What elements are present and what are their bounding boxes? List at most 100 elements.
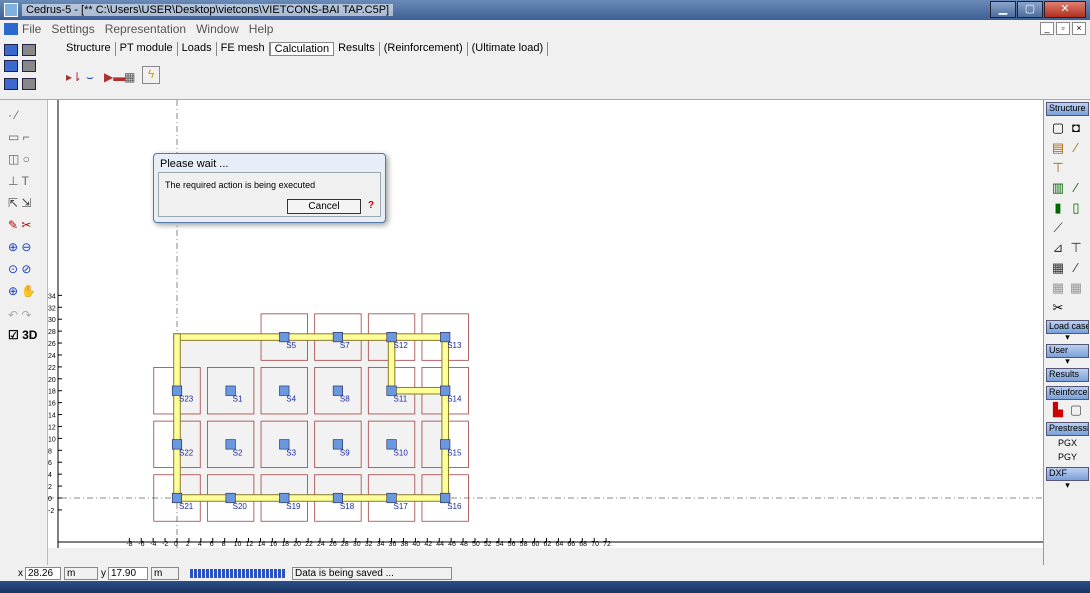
menu-settings[interactable]: Settings: [51, 22, 94, 36]
new-icon[interactable]: [4, 44, 18, 56]
chevron-down-icon[interactable]: ▾: [1046, 480, 1089, 491]
tab-structure[interactable]: Structure: [62, 42, 116, 56]
progress-segment: [278, 568, 281, 578]
print-preview-icon[interactable]: [22, 60, 36, 72]
support-icon[interactable]: ▥: [1050, 180, 1066, 196]
tab-calculation[interactable]: Calculation: [269, 42, 335, 56]
section-reinforcement[interactable]: Reinforcem: [1046, 386, 1089, 400]
pgy-button[interactable]: PGY: [1046, 452, 1089, 462]
beam-icon[interactable]: ▮: [1050, 200, 1066, 216]
grid-edit-icon[interactable]: ▦: [1068, 280, 1084, 296]
support-label: S19: [286, 502, 301, 511]
chevron-down-icon[interactable]: ▾: [1046, 356, 1089, 367]
progress-segment: [258, 568, 261, 578]
undo-redo-icon[interactable]: ↶ ↷: [8, 308, 31, 322]
chevron-down-icon[interactable]: ▾: [1046, 332, 1089, 343]
wall-icon[interactable]: ▤: [1050, 140, 1066, 156]
progress-segment: [282, 568, 285, 578]
progress-segment: [254, 568, 257, 578]
status-bar: x 28.26 m y 17.90 m Data is being saved …: [0, 565, 1090, 581]
edge-icon[interactable]: ⊿: [1050, 240, 1066, 256]
new-slab-icon[interactable]: ▢: [1050, 120, 1066, 136]
calc-mesh-icon[interactable]: ▦: [124, 70, 135, 84]
minimize-button[interactable]: ▁: [990, 1, 1016, 18]
y-tick-label: 34: [48, 293, 56, 300]
section-structure[interactable]: Structure: [1046, 102, 1089, 116]
x-tick-label: 64: [555, 541, 563, 548]
zoom-window-icon[interactable]: ⊙ ⊘: [8, 262, 31, 276]
y-tick-label: 26: [48, 341, 56, 348]
point-tool-icon[interactable]: · ⁄: [8, 108, 17, 122]
menu-window[interactable]: Window: [196, 22, 239, 36]
x-tick-label: 10: [234, 541, 242, 548]
progress-segment: [234, 568, 237, 578]
menu-file[interactable]: File: [22, 22, 41, 36]
save-as-icon[interactable]: [4, 78, 18, 90]
y-tick-label: 32: [48, 305, 56, 312]
x-tick-label: 48: [460, 541, 468, 548]
support-edit-icon[interactable]: ⁄: [1068, 180, 1084, 196]
column-icon[interactable]: ⊤: [1050, 160, 1066, 176]
y-tick-label: 12: [48, 424, 56, 431]
x-tick-label: 38: [400, 541, 408, 548]
calc-deflection-icon[interactable]: ▸⇂: [66, 70, 82, 84]
region-icon[interactable]: ▦: [1050, 260, 1066, 276]
calc-bending-icon[interactable]: ⌣: [86, 70, 94, 84]
section-results[interactable]: Results: [1046, 368, 1089, 382]
toggle-3d-button[interactable]: ☑ 3D: [8, 328, 37, 342]
edge-edit-icon[interactable]: ⊤: [1068, 240, 1084, 256]
calculate-icon[interactable]: ϟ: [142, 66, 160, 84]
reinforcement-table-icon[interactable]: ▢: [1068, 402, 1084, 418]
tab-loads[interactable]: Loads: [178, 42, 217, 56]
tab-fe-mesh[interactable]: FE mesh: [217, 42, 270, 56]
maximize-button[interactable]: ▢: [1017, 1, 1043, 18]
print-icon[interactable]: [22, 44, 36, 56]
grid-icon[interactable]: ▦: [1050, 280, 1066, 296]
mdi-restore-button[interactable]: ▫: [1056, 22, 1070, 35]
pencil-icon[interactable]: ✎ ✂: [8, 218, 31, 232]
progress-segment: [238, 568, 241, 578]
help-button[interactable]: ?: [365, 200, 377, 213]
opening-icon[interactable]: ◘: [1068, 120, 1084, 136]
line-support-icon[interactable]: ⟋: [1050, 220, 1066, 236]
progress-segment: [266, 568, 269, 578]
section-dxf[interactable]: DXF: [1046, 467, 1089, 481]
wall-edit-icon[interactable]: ⁄: [1068, 140, 1084, 156]
mdi-minimize-button[interactable]: _: [1040, 22, 1054, 35]
progress-segment: [250, 568, 253, 578]
setup-icon[interactable]: [22, 78, 36, 90]
title-bar: Cedrus-5 - [** C:\Users\USER\Desktop\vie…: [0, 0, 1090, 20]
x-tick-label: 36: [389, 541, 397, 548]
close-button[interactable]: ✕: [1044, 1, 1086, 18]
zoom-in-icon[interactable]: ⊕ ⊖: [8, 240, 31, 254]
scissors-icon[interactable]: ✂: [1050, 300, 1066, 316]
calc-punching-icon[interactable]: ▶▬: [104, 70, 125, 84]
document-icon: [4, 23, 18, 35]
tab-results[interactable]: Results: [334, 42, 380, 56]
x-tick-label: 22: [305, 541, 313, 548]
y-tick-label: 10: [48, 436, 56, 443]
rect-tool-icon[interactable]: ▭ ⌐: [8, 130, 30, 144]
circle-tool-icon[interactable]: ◫ ○: [8, 152, 30, 166]
select-tool-icon[interactable]: ⇱ ⇲: [8, 196, 31, 210]
tab-pt-module[interactable]: PT module: [116, 42, 178, 56]
menu-representation[interactable]: Representation: [105, 22, 186, 36]
please-wait-dialog: Please wait ... The required action is b…: [153, 153, 386, 223]
menu-help[interactable]: Help: [249, 22, 274, 36]
section-prestressing[interactable]: Prestressin: [1046, 422, 1089, 436]
region-edit-icon[interactable]: ⁄: [1068, 260, 1084, 276]
tab-ultimate-load[interactable]: (Ultimate load): [468, 42, 549, 56]
dimension-tool-icon[interactable]: ⊥ T: [8, 174, 29, 188]
progress-segment: [194, 568, 197, 578]
tab-reinforcement[interactable]: (Reinforcement): [380, 42, 468, 56]
cancel-button[interactable]: Cancel: [287, 199, 361, 214]
mdi-close-button[interactable]: ×: [1072, 22, 1086, 35]
reinforcement-chart-icon[interactable]: ▙: [1050, 402, 1066, 418]
pan-hand-icon[interactable]: ⊕ ✋: [8, 284, 36, 298]
beam-edit-icon[interactable]: ▯: [1068, 200, 1084, 216]
save-icon[interactable]: [4, 60, 18, 72]
pgx-button[interactable]: PGX: [1046, 438, 1089, 448]
x-tick-label: 18: [281, 541, 289, 548]
support-label: S9: [340, 448, 350, 457]
support-label: S10: [394, 448, 409, 457]
